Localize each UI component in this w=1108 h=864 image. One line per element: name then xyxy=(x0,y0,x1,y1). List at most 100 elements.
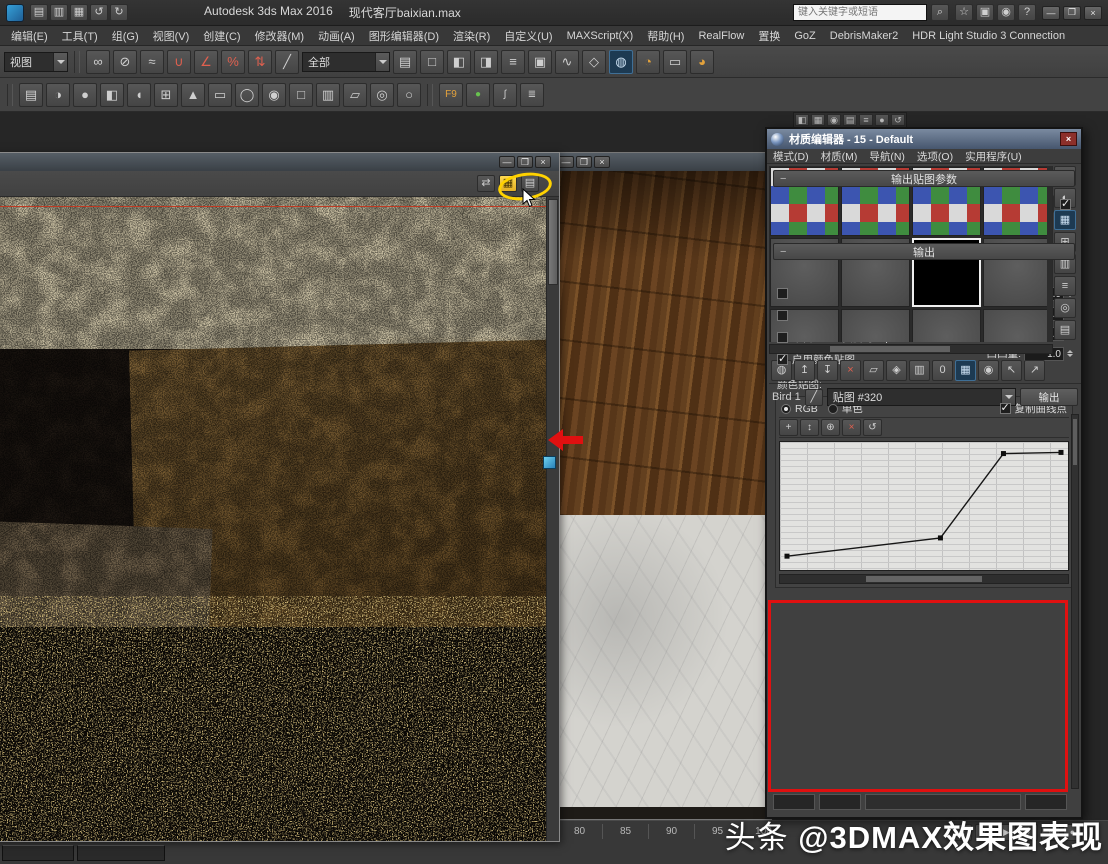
menu-item[interactable]: 动画(A) xyxy=(311,28,362,44)
delete-point-icon[interactable]: × xyxy=(842,419,861,436)
scale-point-icon[interactable]: ↕ xyxy=(800,419,819,436)
render-window-titlebar[interactable]: —❐× xyxy=(0,153,559,171)
restore-button[interactable]: ❐ xyxy=(517,156,533,168)
scrollbar-thumb[interactable] xyxy=(866,576,981,582)
pick-material-eyedropper-icon[interactable]: ╱ xyxy=(805,389,823,406)
close-button[interactable]: × xyxy=(535,156,551,168)
rollout-output[interactable]: 输出 xyxy=(773,243,1075,260)
minimize-button[interactable]: — xyxy=(499,156,515,168)
show-final-result-icon[interactable]: ◉ xyxy=(978,360,999,381)
scrollbar-thumb[interactable] xyxy=(1073,419,1077,465)
curve-zoom-field[interactable] xyxy=(1025,794,1067,810)
spinner-arrows[interactable] xyxy=(1067,350,1073,357)
select-and-link-icon[interactable]: ∞ xyxy=(86,50,110,74)
make-unique-icon[interactable]: ◈ xyxy=(886,360,907,381)
material-editor-titlebar[interactable]: 材质编辑器 - 15 - Default × xyxy=(767,129,1081,149)
window-crossing-icon[interactable]: ◧ xyxy=(447,50,471,74)
mini-icon-5[interactable]: ≡ xyxy=(859,114,873,126)
wrench-tool-icon[interactable]: ∫ xyxy=(493,83,517,107)
bind-to-space-warp-icon[interactable]: ≈ xyxy=(140,50,164,74)
selection-filter-dropdown[interactable]: 全部 xyxy=(302,52,390,72)
minimize-button[interactable]: — xyxy=(558,156,574,168)
menu-item[interactable]: 渲染(R) xyxy=(446,28,497,44)
scene-window-titlebar[interactable]: —❐× xyxy=(553,153,771,171)
curve-scrollbar[interactable] xyxy=(779,574,1069,584)
menu-item[interactable]: MAXScript(X) xyxy=(560,30,641,42)
create-cone-icon[interactable]: ▲ xyxy=(181,83,205,107)
assign-material-to-selection-icon[interactable]: ↧ xyxy=(817,360,838,381)
make-material-copy-icon[interactable]: ▱ xyxy=(863,360,884,381)
save-file-icon[interactable]: ▦ xyxy=(70,4,88,21)
scene-explorer-icon[interactable]: ▤ xyxy=(19,83,43,107)
sound-tool-icon[interactable]: ◖ xyxy=(127,83,151,107)
put-to-library-icon[interactable]: ▥ xyxy=(909,360,930,381)
curve-editor-icon[interactable]: ∿ xyxy=(555,50,579,74)
open-file-icon[interactable]: ▥ xyxy=(50,4,68,21)
redo-icon[interactable]: ↻ xyxy=(110,4,128,21)
create-geosphere-icon[interactable]: ◉ xyxy=(262,83,286,107)
timeline-tick[interactable]: 85 xyxy=(602,824,648,839)
go-forward-sibling-icon[interactable]: ↗ xyxy=(1024,360,1045,381)
listener-field[interactable] xyxy=(77,845,165,861)
minimize-button[interactable]: — xyxy=(1042,6,1060,20)
reset-curves-icon[interactable]: ↺ xyxy=(863,419,882,436)
material-sample-slot[interactable] xyxy=(912,309,981,342)
material-editor-icon[interactable]: ◍ xyxy=(609,50,633,74)
snap-toggle-icon[interactable]: ∪ xyxy=(167,50,191,74)
select-by-material-icon[interactable]: ◎ xyxy=(1054,298,1076,318)
render-production-icon[interactable]: ◕ xyxy=(690,50,714,74)
put-material-to-scene-icon[interactable]: ↥ xyxy=(794,360,815,381)
rollout-scrollbar[interactable] xyxy=(1071,414,1079,789)
close-button[interactable]: × xyxy=(594,156,610,168)
create-torus-icon[interactable]: ◯ xyxy=(235,83,259,107)
show-map-in-viewport-icon[interactable]: ▦ xyxy=(955,360,976,381)
menu-item[interactable]: 视图(V) xyxy=(146,28,197,44)
rendered-frame-icon[interactable]: ▭ xyxy=(663,50,687,74)
menu-item[interactable]: 编辑(E) xyxy=(4,28,55,44)
mini-icon-4[interactable]: ▤ xyxy=(843,114,857,126)
grid-helper-icon[interactable]: ⊞ xyxy=(154,83,178,107)
named-selection-icon[interactable]: ╱ xyxy=(275,50,299,74)
timeline-tick[interactable]: 80 xyxy=(556,824,602,839)
reset-map-icon[interactable]: × xyxy=(840,360,861,381)
mini-icon-1[interactable]: ◧ xyxy=(795,114,809,126)
menu-item[interactable]: 修改器(M) xyxy=(248,28,312,44)
mini-icon-3[interactable]: ◉ xyxy=(827,114,841,126)
material-name-dropdown[interactable]: 贴图 #320 xyxy=(827,388,1016,406)
menu-item[interactable]: RealFlow xyxy=(691,30,751,42)
menu-item[interactable]: 图形编辑器(D) xyxy=(362,28,446,44)
move-point-icon[interactable]: + xyxy=(779,419,798,436)
rollout-output-map-params[interactable]: 输出贴图参数 xyxy=(773,170,1075,187)
menu-item[interactable]: 置换 xyxy=(751,28,787,44)
signin-icon[interactable]: ◉ xyxy=(997,4,1015,21)
search-icon[interactable]: ⌕ xyxy=(931,4,949,21)
rectangular-selection-icon[interactable]: □ xyxy=(420,50,444,74)
list-tool-icon[interactable]: ≣ xyxy=(520,83,544,107)
layer-manager-icon[interactable]: ▣ xyxy=(528,50,552,74)
undo-icon[interactable]: ↺ xyxy=(90,4,108,21)
scrollbar-thumb[interactable] xyxy=(548,199,558,285)
mini-icon-2[interactable]: ▦ xyxy=(811,114,825,126)
menu-item[interactable]: 实用程序(U) xyxy=(959,149,1028,164)
restore-button[interactable]: ❐ xyxy=(1063,6,1081,20)
light-lister-icon[interactable]: ◑ xyxy=(46,83,70,107)
eye-tool-icon[interactable]: ◎ xyxy=(370,83,394,107)
curve-x-field[interactable] xyxy=(773,794,815,810)
render-window-scrollbar[interactable] xyxy=(546,197,559,841)
menu-item[interactable]: DebrisMaker2 xyxy=(823,30,905,42)
restore-button[interactable]: ❐ xyxy=(576,156,592,168)
menu-item[interactable]: 自定义(U) xyxy=(497,28,559,44)
vray-sphere-icon[interactable]: ● xyxy=(466,83,490,107)
new-scene-icon[interactable]: ▤ xyxy=(30,4,48,21)
background-icon[interactable]: ▦ xyxy=(1054,210,1076,230)
material-sample-slot[interactable] xyxy=(983,309,1052,342)
material-map-navigator-icon[interactable]: ▤ xyxy=(1054,320,1076,340)
workspace-icon[interactable]: ▣ xyxy=(976,4,994,21)
menu-item[interactable]: 创建(C) xyxy=(196,28,247,44)
pan-zoom-icon[interactable]: ⇄ xyxy=(477,175,495,192)
mirror-icon[interactable]: ◨ xyxy=(474,50,498,74)
create-plane-icon[interactable]: ▭ xyxy=(208,83,232,107)
options-icon[interactable]: ≡ xyxy=(1054,276,1076,296)
menu-item[interactable]: 导航(N) xyxy=(863,149,911,164)
f9-render-icon[interactable]: F9 xyxy=(439,83,463,107)
